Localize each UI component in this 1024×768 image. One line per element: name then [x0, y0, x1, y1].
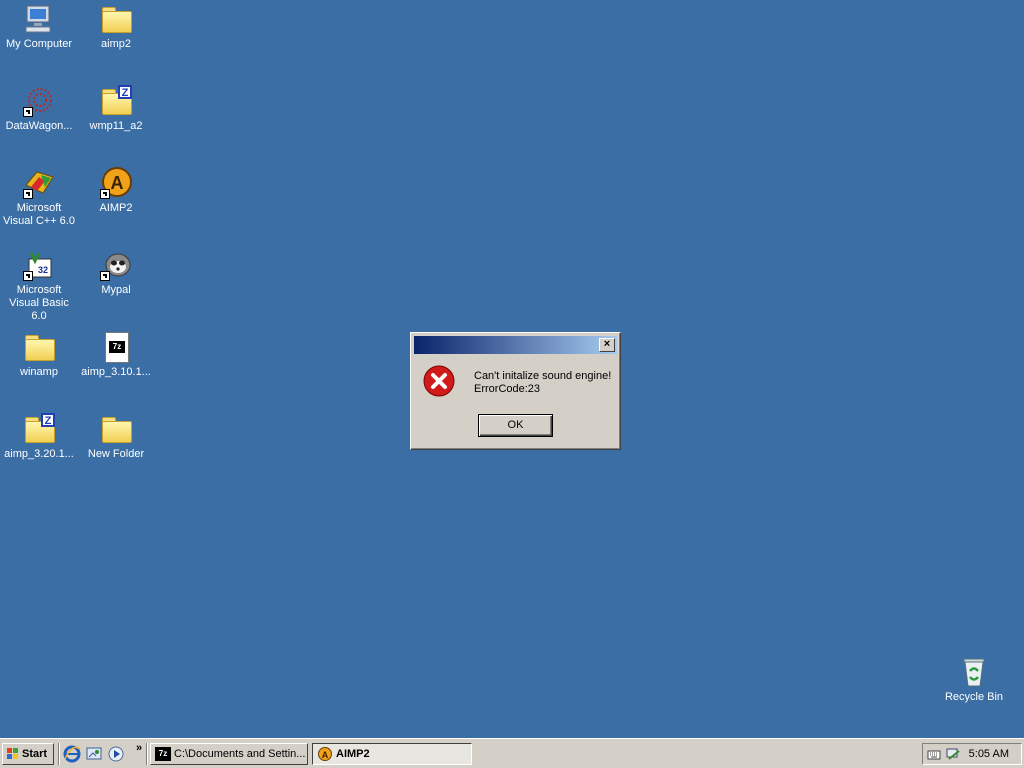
folder-icon: [23, 331, 55, 363]
svg-text:A: A: [322, 750, 329, 760]
recycle-bin-icon: [958, 656, 990, 688]
shortcut-arrow-icon: [23, 189, 33, 199]
desktop-icon-label: wmp11_a2: [89, 120, 143, 132]
desktop-icon-aimp-3-20-archive[interactable]: Z aimp_3.20.1...: [0, 413, 78, 461]
task-button-explorer[interactable]: 7z C:\Documents and Settin...: [150, 743, 308, 765]
start-button[interactable]: Start: [2, 743, 54, 765]
start-label: Start: [22, 748, 48, 760]
show-desktop-icon[interactable]: [85, 745, 103, 763]
close-button[interactable]: ×: [599, 338, 615, 352]
error-message-line-2: ErrorCode:23: [474, 383, 541, 395]
desktop-icon-recycle-bin[interactable]: Recycle Bin: [935, 656, 1013, 704]
error-message: Can't initalize sound engine! ErrorCode:…: [474, 370, 611, 396]
network-icon[interactable]: [945, 746, 961, 762]
datawagon-globe-icon: [23, 85, 55, 117]
keyboard-icon[interactable]: [927, 747, 941, 761]
desktop-icon-label: Microsoft Visual C++ 6.0: [3, 202, 75, 227]
folder-icon: [100, 413, 132, 445]
desktop-icon-label: aimp_3.10.1...: [81, 366, 151, 378]
desktop-icon-new-folder[interactable]: New Folder: [77, 413, 155, 461]
desktop-icon-label: AIMP2: [99, 202, 133, 214]
taskbar-separator: [146, 743, 148, 765]
desktop-icon-label: aimp2: [101, 38, 131, 50]
shortcut-arrow-icon: [23, 107, 33, 117]
taskbar: Start » 7z C:\Documents and Settin... A …: [0, 738, 1024, 768]
shortcut-arrow-icon: [23, 271, 33, 281]
desktop-icon-aimp2[interactable]: A AIMP2: [77, 167, 155, 215]
system-tray: 5:05 AM: [922, 743, 1022, 765]
error-dialog: × Can't initalize sound engine! ErrorCod…: [410, 332, 621, 450]
shortcut-arrow-icon: [100, 189, 110, 199]
desktop-icon-label: Microsoft Visual Basic 6.0: [9, 284, 69, 322]
clock: 5:05 AM: [968, 748, 1009, 760]
desktop-icon-label: New Folder: [87, 448, 145, 460]
close-icon: ×: [603, 338, 611, 350]
aimp-icon: A: [318, 747, 332, 761]
quick-launch-chevron[interactable]: »: [136, 742, 142, 754]
desktop-icon-label: aimp_3.20.1...: [4, 448, 74, 460]
7z-archive-icon: 7z: [100, 331, 132, 363]
error-icon: [423, 365, 455, 397]
task-button-aimp2[interactable]: A AIMP2: [312, 743, 472, 765]
folder-icon: [100, 3, 132, 35]
svg-text:32: 32: [38, 265, 48, 275]
7z-archive-icon: 7z: [155, 747, 171, 761]
taskbar-separator: [58, 743, 60, 765]
computer-icon: [23, 3, 55, 35]
internet-explorer-icon[interactable]: [63, 745, 81, 763]
desktop-icon-winamp-folder[interactable]: winamp: [0, 331, 78, 379]
task-label: C:\Documents and Settin...: [174, 748, 306, 760]
ok-button[interactable]: OK: [478, 414, 553, 437]
desktop-icon-label: My Computer: [5, 38, 73, 50]
windows-logo-icon: [7, 748, 18, 759]
desktop-icon-aimp2-folder[interactable]: aimp2: [77, 3, 155, 51]
visual-basic-icon: 32: [23, 249, 55, 281]
desktop-icon-label: winamp: [20, 366, 58, 378]
desktop-icon-my-computer[interactable]: My Computer: [0, 3, 78, 51]
desktop-icon-visual-cpp[interactable]: Microsoft Visual C++ 6.0: [0, 167, 78, 228]
desktop-icon-aimp-3-10-archive[interactable]: 7z aimp_3.10.1...: [77, 331, 155, 379]
desktop-icon-label: DataWagon...: [5, 120, 73, 132]
zip-folder-icon: Z: [23, 413, 55, 445]
desktop-icon-wmp11-a2[interactable]: Z wmp11_a2: [77, 85, 155, 133]
aimp-icon: A: [100, 167, 132, 199]
desktop: My Computer aimp2 DataWagon... Z wmp11_a…: [0, 0, 1024, 738]
task-label: AIMP2: [336, 748, 370, 760]
desktop-icon-label: Recycle Bin: [944, 691, 1004, 703]
desktop-icon-visual-basic[interactable]: 32 Microsoft Visual Basic 6.0: [0, 249, 78, 323]
error-message-line-1: Can't initalize sound engine!: [474, 370, 612, 382]
visual-cpp-icon: [23, 167, 55, 199]
zip-folder-icon: Z: [100, 85, 132, 117]
desktop-icon-datawagon[interactable]: DataWagon...: [0, 85, 78, 133]
shortcut-arrow-icon: [100, 271, 110, 281]
desktop-icon-label: Mypal: [101, 284, 131, 296]
media-player-icon[interactable]: [107, 745, 125, 763]
svg-text:A: A: [111, 173, 124, 193]
mypal-raccoon-icon: [100, 249, 132, 281]
dialog-titlebar[interactable]: ×: [414, 336, 617, 354]
desktop-icon-mypal[interactable]: Mypal: [77, 249, 155, 297]
